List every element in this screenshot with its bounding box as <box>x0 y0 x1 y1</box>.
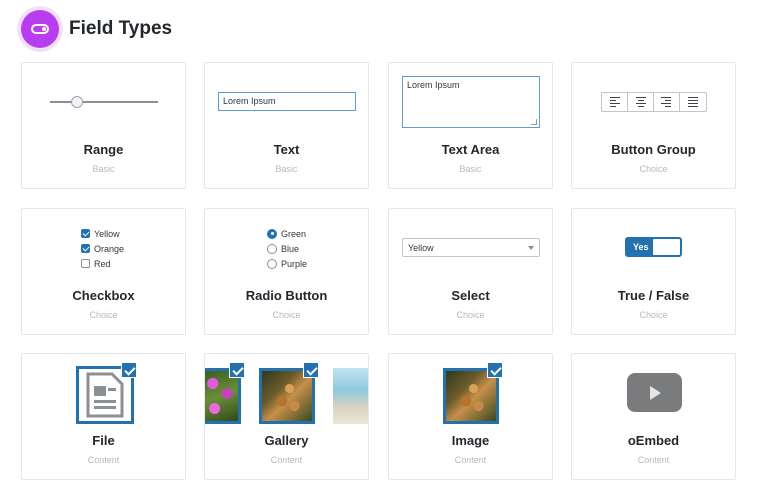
text-preview: Lorem Ipsum <box>205 63 368 135</box>
card-title: True / False <box>617 288 690 303</box>
radio-option: Blue <box>267 241 307 256</box>
card-title: Text <box>273 142 300 157</box>
checkbox-list: Yellow Orange Red <box>81 226 124 271</box>
checkbox-preview: Yellow Orange Red <box>22 209 185 281</box>
field-type-card-oembed[interactable]: oEmbed Content <box>571 353 736 480</box>
button-group-preview <box>572 63 735 135</box>
checkmark-icon <box>121 362 137 378</box>
card-title: File <box>92 433 115 448</box>
range-thumb <box>71 96 83 108</box>
checkmark-icon <box>229 362 245 378</box>
radio-selected-icon <box>267 228 277 239</box>
card-category: Choice <box>639 310 668 320</box>
checkmark-icon <box>303 362 319 378</box>
resize-grip-icon <box>531 119 537 125</box>
card-category: Choice <box>272 310 301 320</box>
card-category: Choice <box>89 310 118 320</box>
field-type-card-true-false[interactable]: Yes True / False Choice <box>571 208 736 335</box>
card-title: Gallery <box>264 433 309 448</box>
radio-list: Green Blue Purple <box>267 226 307 271</box>
select-sample: Yellow <box>402 238 540 257</box>
play-icon <box>627 373 682 412</box>
radio-unselected-icon <box>267 243 277 254</box>
checkmark-icon <box>487 362 503 378</box>
radio-preview: Green Blue Purple <box>205 209 368 281</box>
radio-option: Green <box>267 226 307 241</box>
align-justify-icon <box>680 93 706 111</box>
textarea-sample: Lorem Ipsum <box>402 76 540 128</box>
card-category: Content <box>270 455 303 465</box>
select-preview: Yellow <box>389 209 552 281</box>
switch-knob <box>653 239 680 255</box>
card-title: Image <box>451 433 490 448</box>
card-title: Select <box>451 288 490 303</box>
card-category: Choice <box>456 310 485 320</box>
true-false-preview: Yes <box>572 209 735 281</box>
select-value: Yellow <box>408 243 434 253</box>
range-track <box>50 101 158 103</box>
field-type-card-button-group[interactable]: Button Group Choice <box>571 62 736 189</box>
field-type-card-text-area[interactable]: Lorem Ipsum Text Area Basic <box>388 62 553 189</box>
switch-label: Yes <box>633 242 649 252</box>
checkbox-option: Orange <box>81 241 124 256</box>
checkbox-checked-icon <box>81 229 90 238</box>
field-type-card-text[interactable]: Lorem Ipsum Text Basic <box>204 62 369 189</box>
chevron-down-icon <box>528 246 534 250</box>
card-category: Content <box>454 455 487 465</box>
align-left-icon <box>602 93 628 111</box>
align-right-icon <box>654 93 680 111</box>
field-type-card-image[interactable]: Image Content <box>388 353 553 480</box>
page-header: Field Types <box>21 10 172 48</box>
checkbox-option: Yellow <box>81 226 124 241</box>
field-type-card-file[interactable]: File Content <box>21 353 186 480</box>
toggle-switch-sample: Yes <box>625 237 682 257</box>
oembed-preview <box>572 354 735 426</box>
align-center-icon <box>628 93 654 111</box>
radio-option: Purple <box>267 256 307 271</box>
range-preview <box>22 63 185 135</box>
card-category: Content <box>637 455 670 465</box>
field-type-card-select[interactable]: Yellow Select Choice <box>388 208 553 335</box>
radio-unselected-icon <box>267 258 277 269</box>
card-title: Text Area <box>441 142 500 157</box>
field-type-card-checkbox[interactable]: Yellow Orange Red Checkbox Choice <box>21 208 186 335</box>
card-title: Button Group <box>611 142 696 157</box>
card-title: Radio Button <box>245 288 328 303</box>
text-input-sample: Lorem Ipsum <box>218 92 356 111</box>
field-type-card-radio-button[interactable]: Green Blue Purple Radio Button Choice <box>204 208 369 335</box>
file-preview <box>22 354 185 426</box>
card-title: Checkbox <box>72 288 135 303</box>
gallery-image-sea <box>333 368 368 424</box>
field-type-card-gallery[interactable]: Gallery Content <box>204 353 369 480</box>
button-group-sample <box>601 92 707 112</box>
card-category: Content <box>87 455 120 465</box>
page-title: Field Types <box>69 18 173 39</box>
card-title: oEmbed <box>627 433 680 448</box>
checkbox-option: Red <box>81 256 124 271</box>
textarea-value: Lorem Ipsum <box>407 80 460 90</box>
card-category: Basic <box>275 164 298 174</box>
gallery-preview <box>205 354 368 426</box>
image-preview <box>389 354 552 426</box>
card-category: Choice <box>639 164 668 174</box>
card-category: Basic <box>92 164 115 174</box>
checkbox-checked-icon <box>81 244 90 253</box>
card-category: Basic <box>459 164 482 174</box>
textarea-preview: Lorem Ipsum <box>389 63 552 135</box>
card-title: Range <box>83 142 124 157</box>
checkbox-unchecked-icon <box>81 259 90 268</box>
toggle-icon <box>21 10 59 48</box>
field-type-card-range[interactable]: Range Basic <box>21 62 186 189</box>
